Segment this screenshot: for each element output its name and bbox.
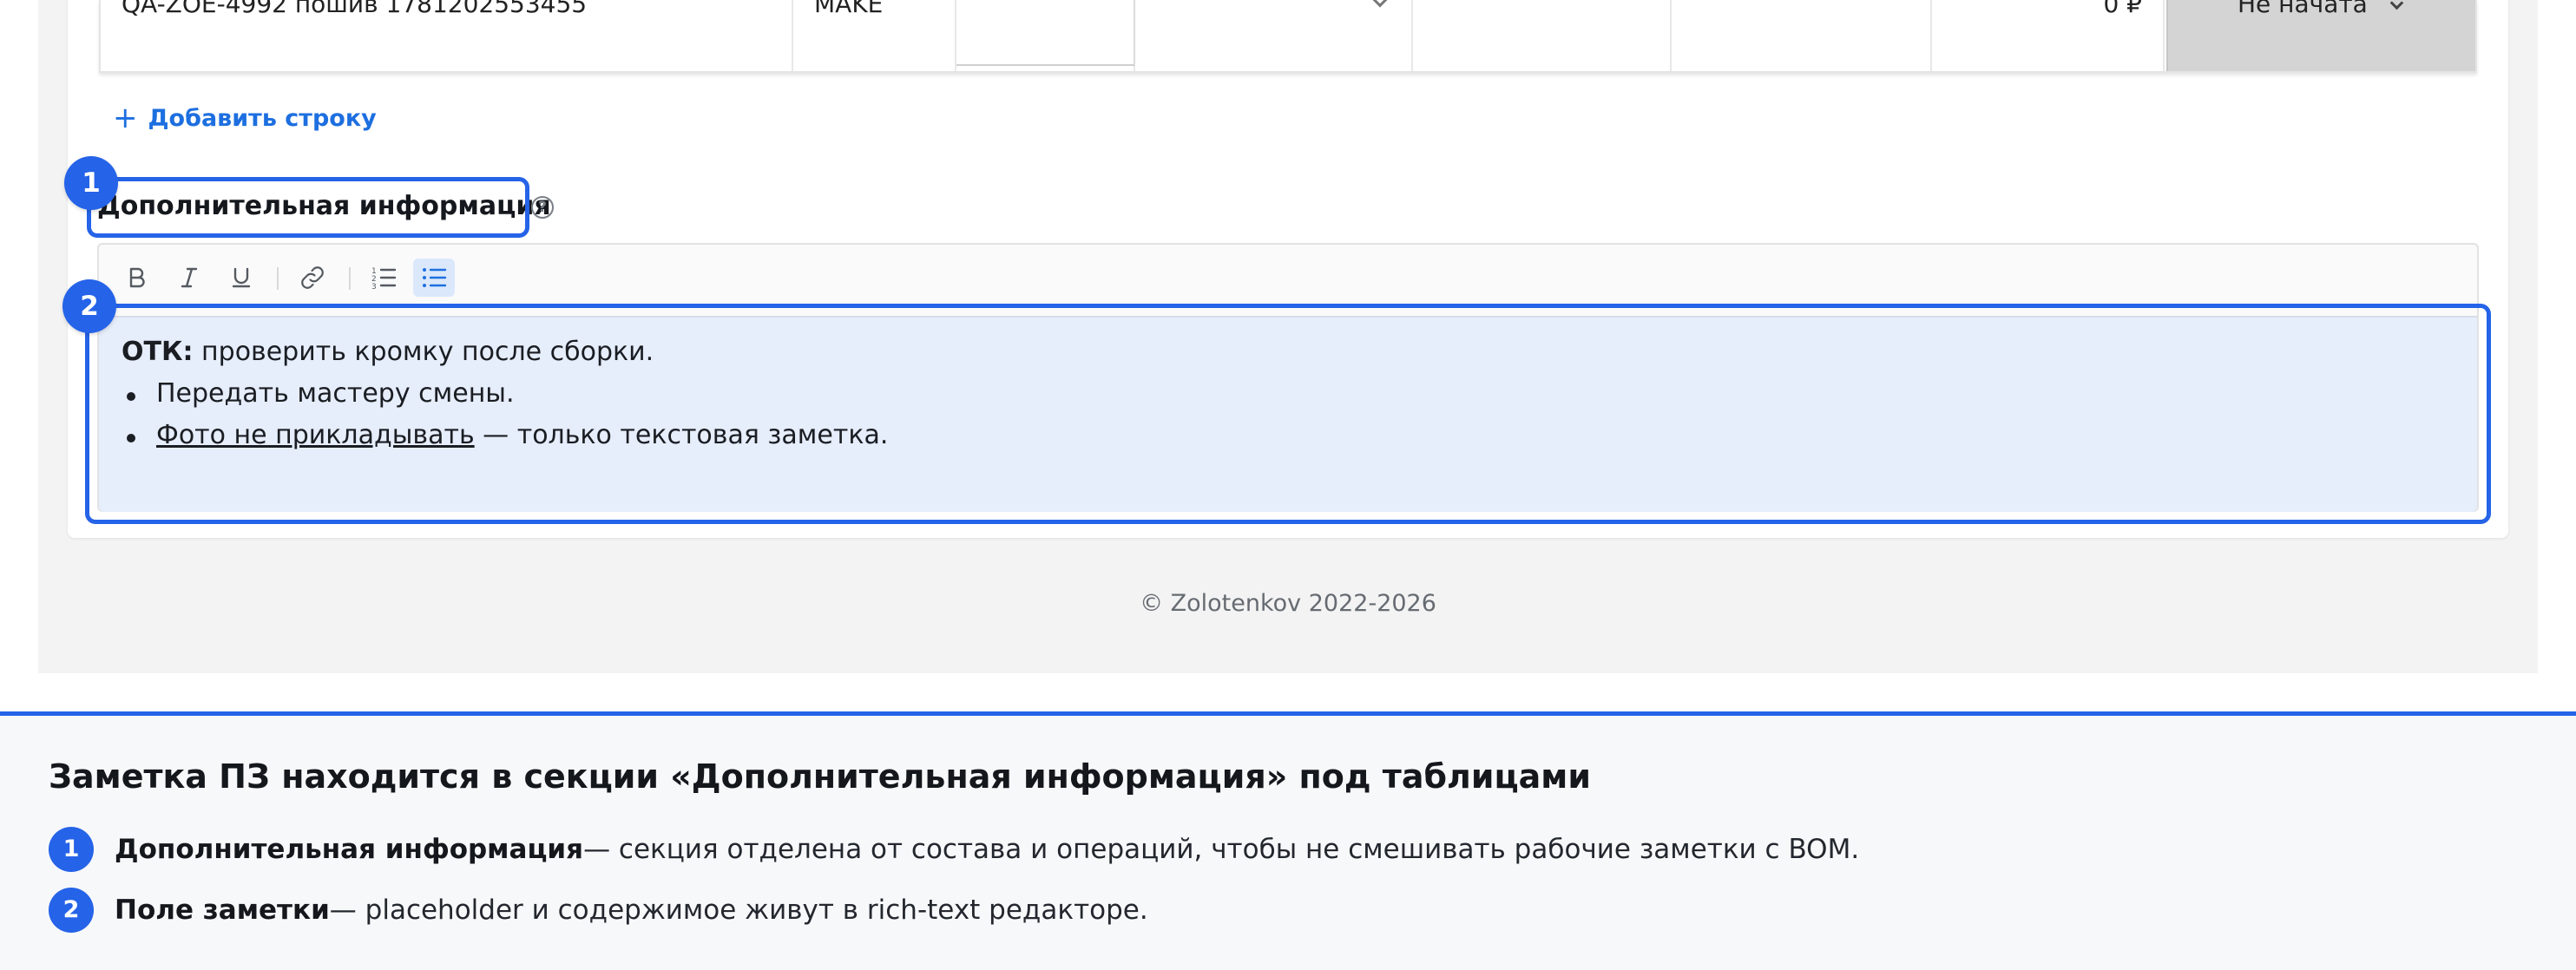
callout-1-badge: 1 <box>64 156 118 210</box>
explainer-item-1-term: Дополнительная информация <box>115 834 584 865</box>
underline-icon <box>232 267 251 288</box>
kind-cell: MAKE <box>793 0 956 71</box>
explainer-item-2-term: Поле заметки <box>115 895 330 926</box>
chevron-down-icon <box>2389 0 2404 10</box>
bullet-list-icon <box>423 268 447 287</box>
italic-button[interactable] <box>168 259 210 297</box>
callout-2-highlight <box>85 304 2491 524</box>
svg-text:3: 3 <box>371 283 377 290</box>
toolbar-divider <box>349 267 351 290</box>
link-button[interactable] <box>292 259 333 297</box>
chevron-down-icon <box>1372 0 1388 8</box>
toolbar-divider <box>277 267 279 290</box>
plus-icon: + <box>113 101 138 135</box>
add-row-button[interactable]: + Добавить строку <box>113 102 377 134</box>
app-page: QA-ZOE-4992 пошив 1781202553455 MAKE 0 ₽… <box>0 0 2576 711</box>
quantity-input[interactable] <box>956 0 1135 66</box>
copyright: © Zolotenkov 2022-2026 <box>1140 590 1436 617</box>
explainer-item-2-text: — placeholder и содержимое живут в rich-… <box>329 895 1148 926</box>
underline-button[interactable] <box>220 259 262 297</box>
explainer-item-2-number: 2 <box>49 888 94 933</box>
price-cell: 0 ₽ <box>1932 0 2165 71</box>
table-row: QA-ZOE-4992 пошив 1781202553455 MAKE 0 ₽… <box>99 0 2477 73</box>
callout-1-highlight <box>87 177 529 238</box>
bullet-list-button[interactable] <box>413 259 455 297</box>
article-cell: QA-ZOE-4992 пошив 1781202553455 <box>101 0 793 71</box>
ordered-list-icon: 123 <box>371 267 397 290</box>
qty-cell[interactable] <box>956 0 1135 71</box>
explainer-item-2: 2 Поле заметки — placeholder и содержимо… <box>49 888 1148 933</box>
unit-cell[interactable] <box>1135 0 1413 71</box>
editor-toolbar: 123 <box>99 245 2477 311</box>
explainer-panel: Заметка ПЗ находится в секции «Дополните… <box>0 711 2576 970</box>
bold-button[interactable] <box>116 259 158 297</box>
callout-2-badge: 2 <box>62 279 116 333</box>
ordered-list-button[interactable]: 123 <box>363 259 404 297</box>
bold-icon <box>129 267 145 288</box>
explainer-item-1: 1 Дополнительная информация — секция отд… <box>49 827 1859 872</box>
kind-text: MAKE <box>814 0 884 18</box>
status-button[interactable]: Не начата <box>2166 0 2475 71</box>
link-icon <box>301 266 324 289</box>
article-text: QA-ZOE-4992 пошив 1781202553455 <box>122 0 588 18</box>
question-circle-icon[interactable]: ? <box>531 196 554 219</box>
explainer-item-1-text: — секция отделена от состава и операций,… <box>583 834 1860 865</box>
price-text: 0 ₽ <box>2103 0 2142 18</box>
explainer-item-1-number: 1 <box>49 827 94 872</box>
italic-icon <box>181 267 198 288</box>
add-row-label: Добавить строку <box>148 104 377 132</box>
status-label: Не начата <box>2238 0 2368 18</box>
explainer-title: Заметка ПЗ находится в секции «Дополните… <box>49 757 1591 796</box>
col6-cell <box>1672 0 1932 71</box>
col5-cell <box>1413 0 1672 71</box>
